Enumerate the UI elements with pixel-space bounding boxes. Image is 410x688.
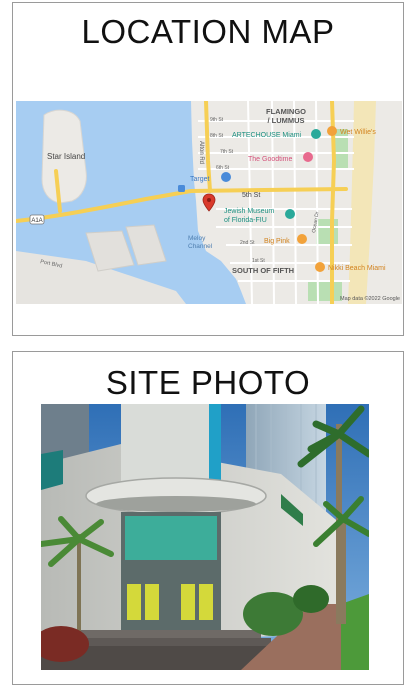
museum-pin-icon[interactable]: [311, 129, 321, 139]
food-pin-icon[interactable]: [297, 234, 307, 244]
street-label: 2nd St: [240, 240, 255, 246]
poi-nikki-beach[interactable]: Nikki Beach Miami: [328, 265, 386, 272]
map-attribution: Map data ©2022 Google: [340, 295, 400, 302]
poi-goodtime[interactable]: The Goodtime: [248, 156, 292, 163]
street-label: 7th St: [220, 149, 234, 155]
neighborhood-label: SOUTH OF FIFTH: [232, 266, 294, 275]
site-photo-panel: SITE PHOTO: [12, 351, 404, 685]
food-pin-icon[interactable]: [327, 126, 337, 136]
poi-wet-willies[interactable]: Wet Willie's: [340, 129, 376, 136]
left-awning: [41, 450, 63, 490]
route-shield-label: A1A: [31, 218, 42, 224]
location-pin-dot: [207, 198, 211, 202]
map-park: [308, 281, 342, 301]
shopping-pin-icon[interactable]: [303, 152, 313, 162]
canopy-shadow: [96, 496, 256, 512]
poi-jewish-museum[interactable]: Jewish Museum: [224, 208, 274, 215]
area-label-channel: Channel: [188, 243, 213, 250]
location-map[interactable]: A1A FLAMINGO / LUMMUS 9th St 8th St 7th …: [16, 101, 402, 304]
location-map-panel: LOCATION MAP A1A FLAMINGO / LUMMUS 9th S…: [12, 2, 404, 336]
street-label-5th: 5th St: [242, 192, 260, 199]
neighborhood-label: / LUMMUS: [267, 116, 304, 125]
area-label-star-island: Star Island: [47, 152, 85, 161]
poi-big-pink[interactable]: Big Pink: [264, 238, 290, 245]
street-label: 1st St: [252, 258, 265, 264]
location-map-heading: LOCATION MAP: [81, 13, 335, 50]
poi-jewish-museum[interactable]: of Florida-FIU: [224, 217, 267, 224]
street-label: 9th St: [210, 117, 224, 123]
poi-artechouse[interactable]: ARTECHOUSE Miami: [232, 132, 302, 139]
street-label: 6th St: [216, 165, 230, 171]
food-pin-icon[interactable]: [315, 262, 325, 272]
street-label: 8th St: [210, 133, 224, 139]
museum-pin-icon[interactable]: [285, 209, 295, 219]
site-photo: [41, 404, 369, 670]
storefront-teal-glass: [125, 516, 217, 560]
map-park: [316, 219, 338, 245]
shrub: [293, 585, 329, 613]
area-label-channel: Meloy: [188, 235, 206, 242]
neighborhood-label: FLAMINGO: [266, 107, 306, 116]
transit-icon[interactable]: [178, 185, 185, 192]
poi-target[interactable]: Target: [190, 176, 210, 183]
site-photo-heading: SITE PHOTO: [105, 364, 311, 401]
street-label-alton: Alton Rd: [198, 141, 204, 164]
store-pin-icon[interactable]: [221, 172, 231, 182]
